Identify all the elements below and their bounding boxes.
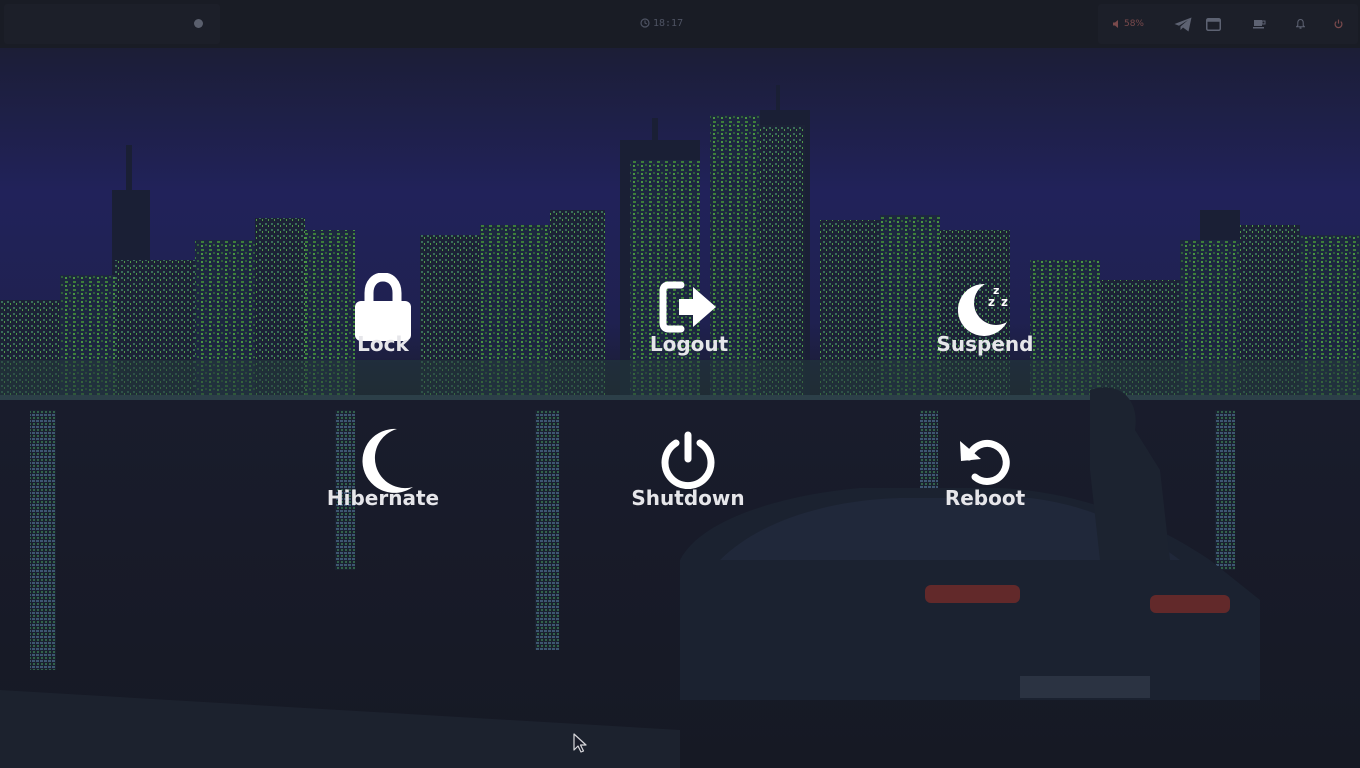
window-tray[interactable] (1203, 14, 1223, 34)
caffeine-tray[interactable] (1249, 14, 1269, 34)
svg-text:z: z (1001, 295, 1008, 309)
power-menu-button[interactable] (1328, 14, 1348, 34)
clock-time: 18:17 (653, 18, 684, 29)
logout-option[interactable]: Logout (614, 281, 764, 381)
coffee-icon (1252, 20, 1265, 29)
clock[interactable]: 18:17 (640, 16, 740, 32)
top-panel: 18:17 58% (0, 0, 1360, 48)
moon-icon (362, 428, 413, 493)
reboot-option[interactable]: Reboot (910, 435, 1060, 535)
lock-option[interactable]: Lock (308, 273, 458, 373)
suspend-label: Suspend (936, 332, 1034, 356)
window-icon (1205, 17, 1221, 31)
shutdown-label: Shutdown (631, 486, 745, 510)
volume-indicator[interactable]: 58% (1110, 14, 1146, 34)
suspend-option[interactable]: z z z Suspend (910, 278, 1060, 378)
workspace-dot[interactable] (194, 19, 203, 28)
city-night-wallpaper (0, 0, 1360, 768)
workspace-indicator[interactable] (4, 4, 220, 44)
logout-label: Logout (649, 332, 729, 356)
shutdown-option[interactable]: Shutdown (613, 431, 763, 531)
volume-percent: 58% (1123, 19, 1144, 29)
bell-icon (1295, 19, 1305, 29)
power-icon (1334, 19, 1342, 29)
lock-icon (355, 273, 411, 341)
desktop-screen: 18:17 58% Lock Logout z z z Suspend Hibe… (0, 0, 1360, 768)
power-icon (661, 431, 715, 489)
lock-label: Lock (357, 332, 409, 356)
hibernate-label: Hibernate (326, 486, 440, 510)
telegram-icon (1174, 17, 1192, 31)
volume-icon (1112, 20, 1118, 28)
notifications-tray[interactable] (1290, 14, 1310, 34)
reboot-icon (960, 439, 1010, 485)
svg-text:z: z (988, 295, 995, 309)
clock-icon (640, 18, 650, 28)
hibernate-option[interactable]: Hibernate (308, 427, 458, 527)
reboot-label: Reboot (944, 486, 1026, 510)
suspend-icon: z z z (957, 283, 1008, 336)
mouse-cursor (573, 733, 587, 753)
logout-icon (659, 281, 716, 333)
telegram-tray[interactable] (1173, 14, 1193, 34)
